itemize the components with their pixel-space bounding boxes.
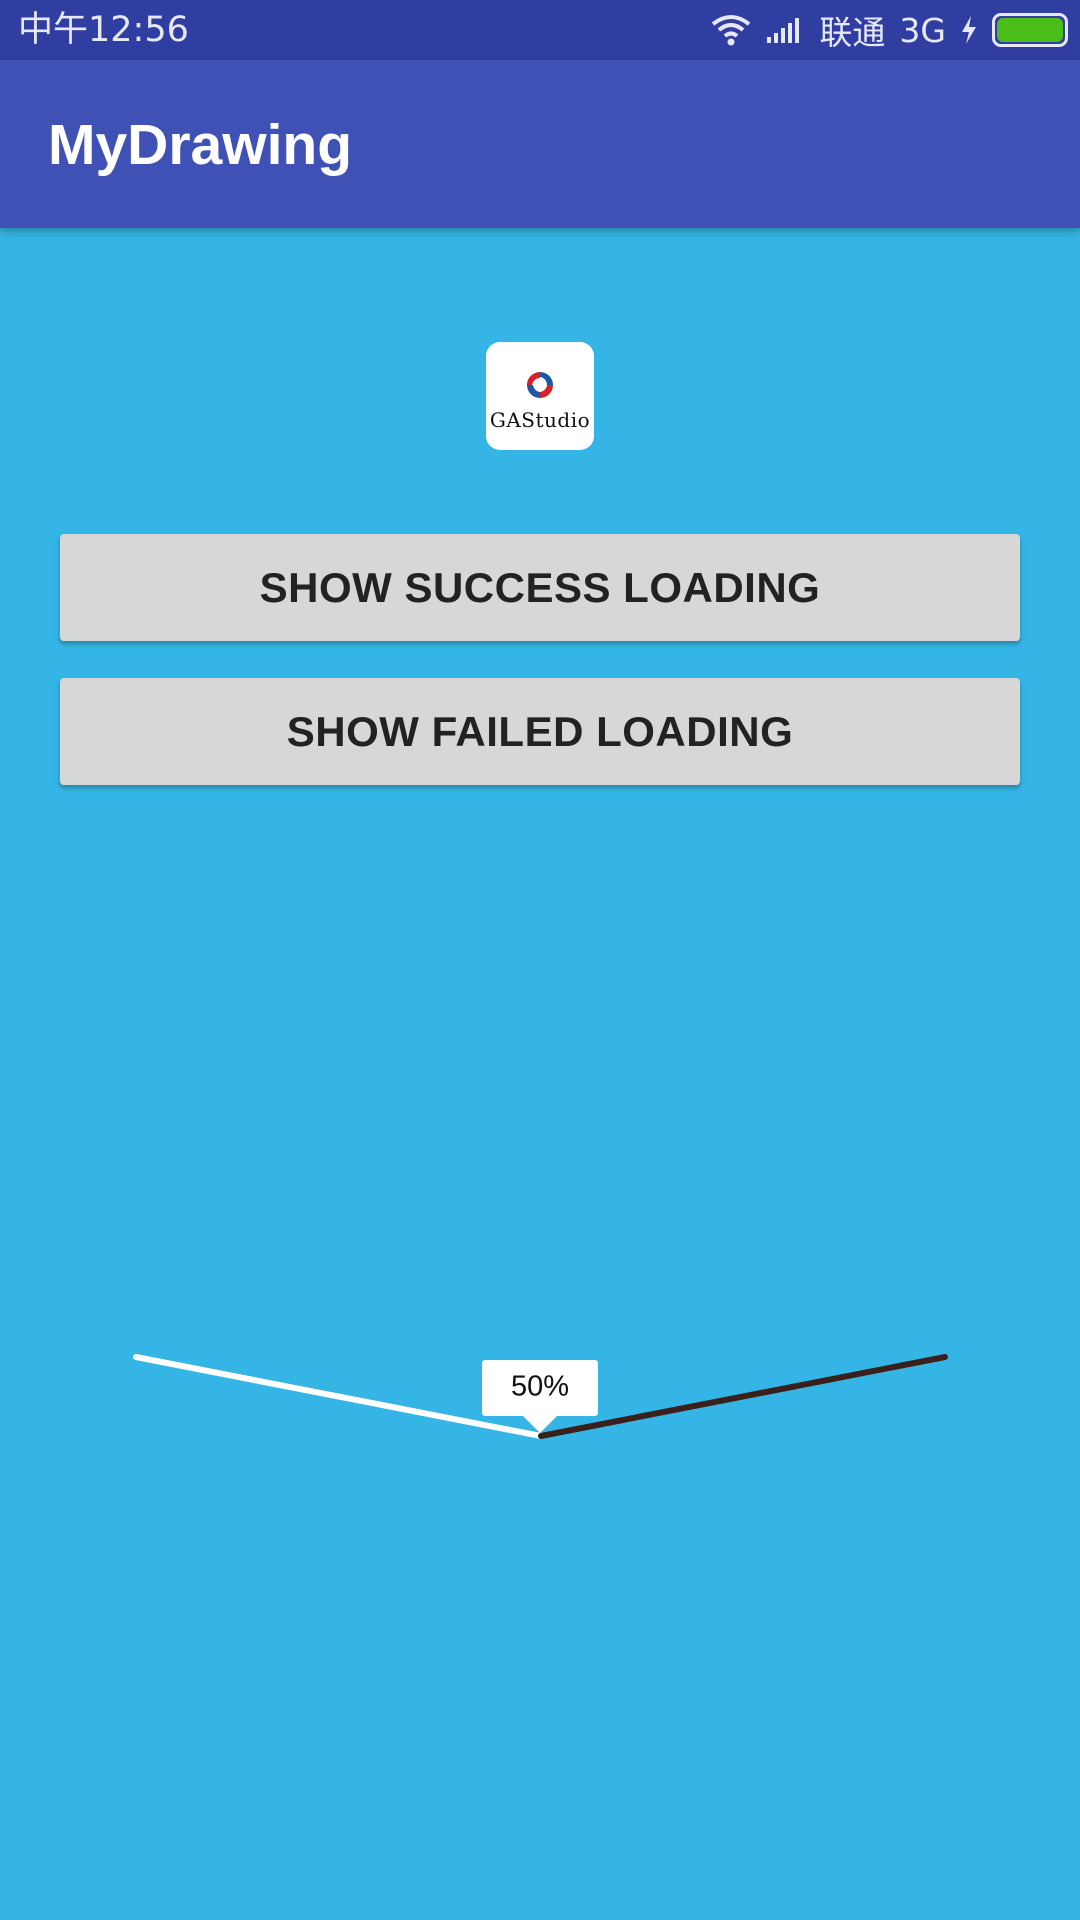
progress-label: 50% xyxy=(511,1371,569,1403)
status-bar: 中午12:56 联通 3G xyxy=(0,0,1080,60)
show-failed-loading-button[interactable]: SHOW FAILED LOADING xyxy=(60,678,1020,785)
app-title: MyDrawing xyxy=(48,113,353,177)
status-indicators: 联通 3G xyxy=(711,8,1068,52)
progress-bubble: 50% xyxy=(482,1360,598,1433)
logo-text: GAStudio xyxy=(489,408,591,432)
network-type: 3G xyxy=(899,10,946,50)
gastudio-logo-icon xyxy=(526,371,553,398)
signal-icon xyxy=(767,18,800,43)
progress-completed-line xyxy=(133,1354,544,1439)
loading-progress: 50% xyxy=(133,1354,948,1439)
show-success-loading-button[interactable]: SHOW SUCCESS LOADING xyxy=(60,534,1020,641)
status-time: 中午12:56 xyxy=(18,10,189,50)
battery-level xyxy=(997,18,1063,42)
wifi-icon xyxy=(712,15,751,46)
battery-icon xyxy=(992,13,1068,47)
app-bar: MyDrawing xyxy=(0,60,1080,228)
gastudio-logo: GAStudio xyxy=(486,342,594,450)
carrier-name: 联通 xyxy=(819,13,886,52)
progress-remaining-line xyxy=(538,1354,948,1439)
charging-icon xyxy=(962,16,976,44)
